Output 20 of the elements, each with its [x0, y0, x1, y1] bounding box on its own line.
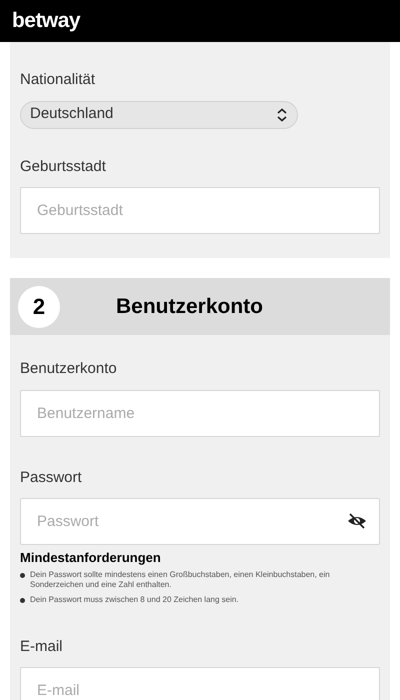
field-label: Geburtsstadt: [20, 156, 107, 176]
step-number: 2: [18, 286, 60, 328]
requirement-text: Dein Passwort sollte mindestens einen Großbuchstaben, einen Kleinbuchstaben, ein Sonderzeichen und eine Zahl enthalten.: [30, 570, 331, 590]
requirement-text: Dein Passwort muss zwischen 8 und 20 Zeichen lang sein.: [30, 594, 239, 604]
email-field[interactable]: E-mail: [20, 667, 380, 700]
chevron-up-down-icon: [276, 108, 288, 122]
nationality-select[interactable]: Deutschland: [20, 100, 298, 128]
eye-slash-icon: [347, 513, 367, 529]
bullet-icon: [20, 598, 25, 602]
field-label: Benutzerkonto: [20, 359, 118, 379]
username-field[interactable]: Benutzername: [20, 390, 380, 436]
birthplace-field[interactable]: Geburtsstadt: [20, 187, 380, 234]
field-label: Passwort: [20, 468, 83, 488]
password-field[interactable]: Passwort: [20, 498, 380, 545]
field-label: Nationalität: [20, 70, 96, 90]
logo[interactable]: betway: [12, 5, 80, 37]
bullet-icon: [20, 572, 25, 578]
field-label: E-mail: [20, 636, 64, 656]
section-title: Benutzerkonto: [116, 294, 263, 320]
requirements-title: Mindestanforderungen: [20, 549, 162, 567]
